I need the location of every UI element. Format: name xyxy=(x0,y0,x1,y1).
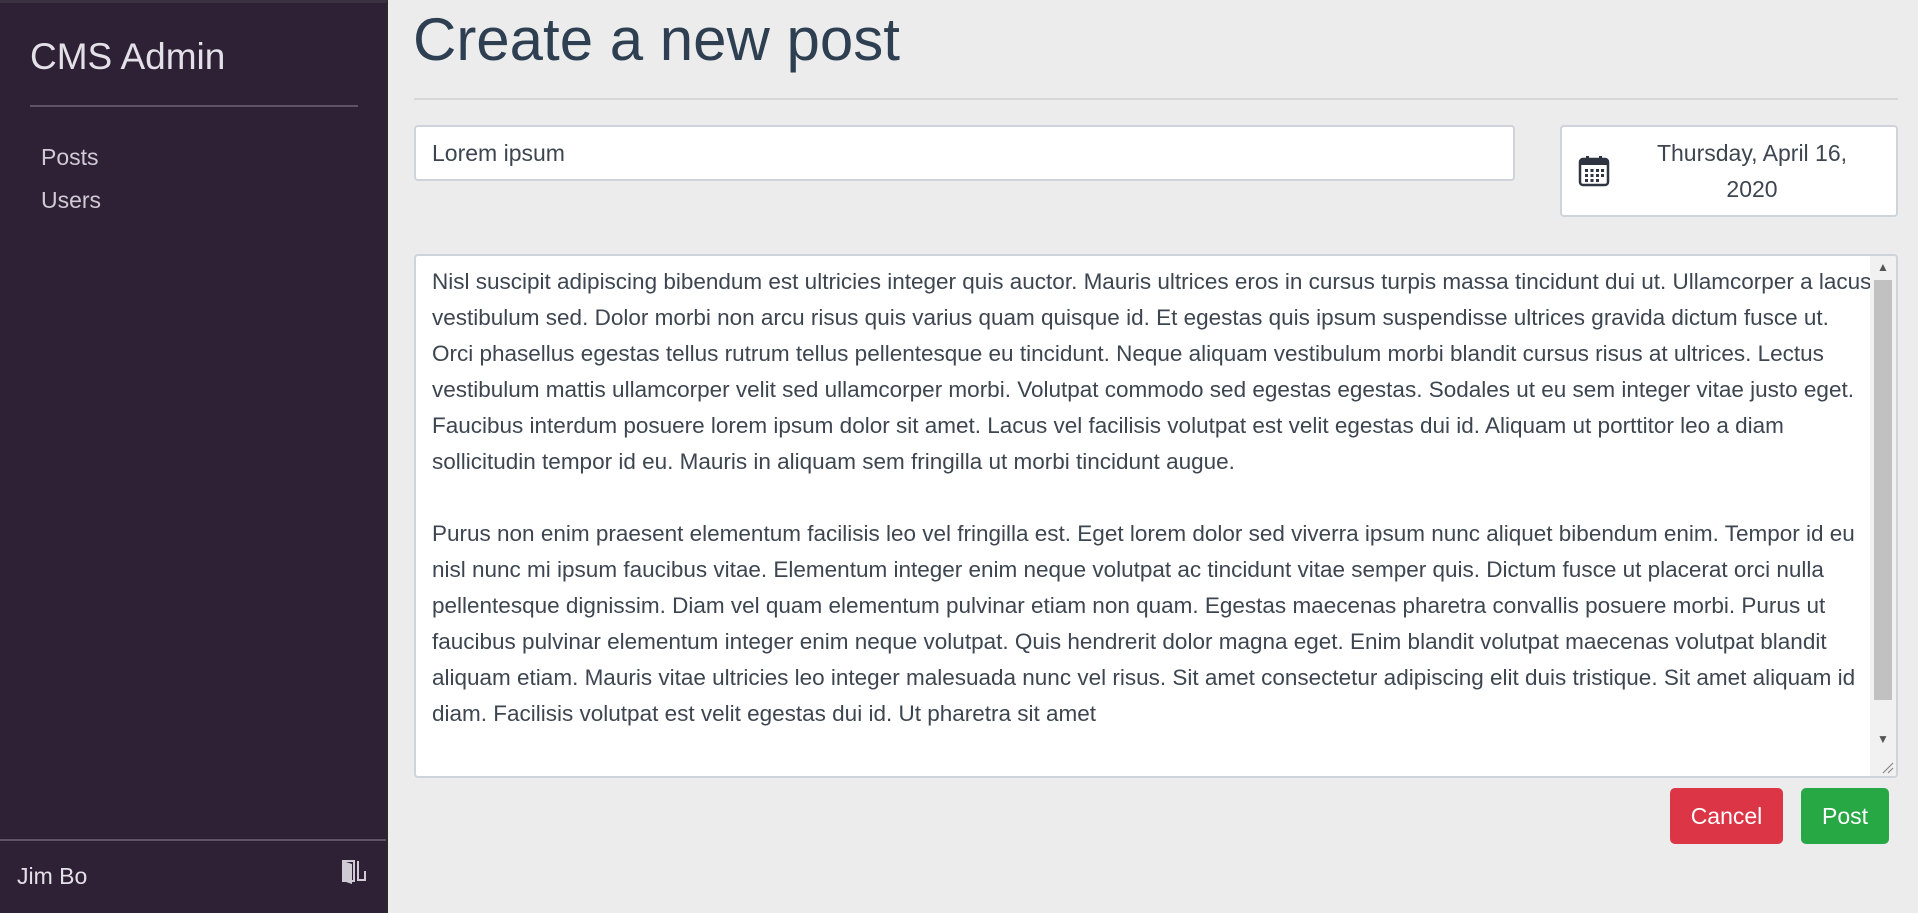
post-body-text: Nisl suscipit adipiscing bibendum est ul… xyxy=(432,264,1872,768)
body-paragraph: Purus non enim praesent elementum facili… xyxy=(432,521,1856,726)
textarea-scrollbar[interactable]: ▲ ▼ xyxy=(1870,256,1896,776)
scroll-up-arrow-icon[interactable]: ▲ xyxy=(1870,256,1896,278)
main-content: Create a new post Lorem ipsum Thursday, … xyxy=(389,0,1918,913)
date-value: Thursday, April 16, 2020 xyxy=(1622,135,1882,207)
date-value-line1: Thursday, April 16, xyxy=(1656,140,1848,166)
post-title-input[interactable] xyxy=(414,125,1515,181)
date-picker[interactable]: Thursday, April 16, 2020 xyxy=(1560,125,1898,217)
body-paragraph: Nisl suscipit adipiscing bibendum est ul… xyxy=(432,269,1872,474)
sidebar-item-users[interactable]: Users xyxy=(41,179,101,222)
brand-divider xyxy=(30,105,358,107)
user-name: Jim Bo xyxy=(17,863,88,889)
date-value-line2: 2020 xyxy=(1726,176,1778,202)
door-exit-icon[interactable] xyxy=(339,857,369,887)
title-divider xyxy=(414,98,1898,100)
sidebar-footer: Jim Bo xyxy=(0,839,386,913)
app-window: CMS Admin Posts Users Jim Bo Create a ne… xyxy=(0,0,1918,913)
sidebar-item-posts[interactable]: Posts xyxy=(41,136,101,179)
sidebar: CMS Admin Posts Users Jim Bo xyxy=(0,0,388,913)
calendar-icon xyxy=(1578,155,1610,187)
cancel-button[interactable]: Cancel xyxy=(1670,788,1783,844)
post-button[interactable]: Post xyxy=(1801,788,1889,844)
scroll-down-arrow-icon[interactable]: ▼ xyxy=(1870,728,1896,750)
brand-title: CMS Admin xyxy=(30,36,226,77)
post-body-textarea[interactable]: Nisl suscipit adipiscing bibendum est ul… xyxy=(414,254,1898,778)
page-title: Create a new post xyxy=(413,6,900,73)
sidebar-nav: Posts Users xyxy=(41,136,101,222)
resize-handle-icon[interactable] xyxy=(1880,760,1894,774)
scroll-thumb[interactable] xyxy=(1874,280,1892,700)
